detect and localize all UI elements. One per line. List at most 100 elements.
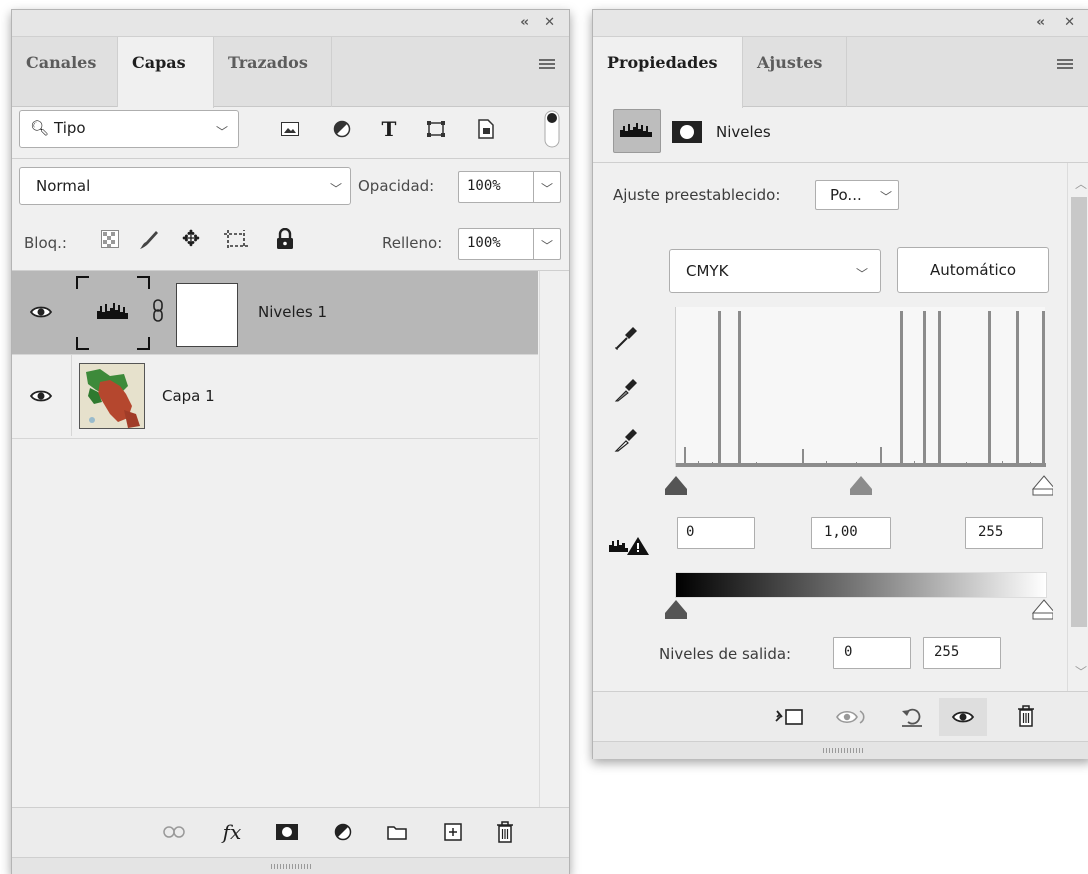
chevron-down-icon: ﹀ bbox=[855, 267, 868, 281]
pixel-filter-icon[interactable] bbox=[280, 120, 300, 138]
lock-image-pixels-icon[interactable] bbox=[136, 228, 160, 252]
link-layers-icon[interactable] bbox=[162, 822, 186, 842]
input-white-field[interactable]: 255 bbox=[965, 517, 1043, 549]
clip-to-layer-icon[interactable] bbox=[773, 704, 805, 730]
lock-all-icon[interactable] bbox=[274, 227, 296, 251]
layer-mask-icon[interactable] bbox=[671, 120, 703, 144]
smart-object-filter-icon[interactable] bbox=[476, 119, 496, 139]
shape-filter-icon[interactable] bbox=[426, 120, 446, 138]
scroll-down-icon[interactable]: ﹀ bbox=[1075, 663, 1087, 680]
channel-value: CMYK bbox=[686, 262, 729, 280]
chevron-down-icon: ﹀ bbox=[879, 190, 892, 204]
output-levels-label: Niveles de salida: bbox=[659, 645, 792, 663]
panel-menu-icon[interactable] bbox=[1057, 59, 1073, 71]
adjustment-filter-icon[interactable] bbox=[332, 120, 352, 138]
fill-label: Relleno: bbox=[382, 234, 443, 252]
view-previous-state-icon[interactable] bbox=[835, 704, 869, 730]
output-black-value: 0 bbox=[844, 644, 853, 660]
tab-ajustes[interactable]: Ajustes bbox=[743, 37, 847, 107]
layer-row-niveles-1[interactable]: Niveles 1 bbox=[12, 271, 538, 355]
lock-transparency-icon[interactable] bbox=[100, 229, 120, 249]
white-point-eyedropper-icon[interactable] bbox=[613, 425, 639, 455]
reset-icon[interactable] bbox=[897, 704, 927, 730]
chevron-down-icon[interactable]: ﹀ bbox=[541, 237, 553, 254]
output-white-field[interactable]: 255 bbox=[923, 637, 1001, 669]
new-adjustment-layer-icon[interactable] bbox=[330, 819, 356, 845]
preset-select[interactable]: Po... ﹀ bbox=[815, 180, 899, 210]
input-gamma-field[interactable]: 1,00 bbox=[811, 517, 891, 549]
layer-name[interactable]: Capa 1 bbox=[162, 387, 215, 405]
search-icon: 🔍︎ bbox=[30, 119, 50, 137]
layers-list: Niveles 1 Capa 1 bbox=[12, 271, 569, 811]
filter-label: Tipo bbox=[54, 119, 86, 137]
type-filter-icon[interactable]: T bbox=[378, 117, 400, 141]
fill-value: 100% bbox=[467, 235, 501, 251]
collapse-icon[interactable]: ‹‹ bbox=[1036, 15, 1045, 30]
panel-menu-icon[interactable] bbox=[539, 59, 555, 71]
collapse-icon[interactable]: ‹‹ bbox=[520, 15, 529, 30]
layer-mask-thumbnail[interactable] bbox=[176, 283, 238, 347]
new-layer-icon[interactable] bbox=[440, 820, 466, 844]
link-icon[interactable] bbox=[151, 297, 165, 325]
properties-panel: ‹‹ ✕ Propiedades Ajustes Niveles Ajuste … bbox=[592, 9, 1088, 759]
chevron-down-icon[interactable]: ﹀ bbox=[541, 180, 553, 197]
clipping-warning-icon[interactable] bbox=[607, 533, 651, 557]
filter-toggle[interactable] bbox=[543, 110, 561, 148]
layer-row-capa-1[interactable]: Capa 1 bbox=[12, 355, 538, 439]
layers-footer: fx bbox=[12, 807, 569, 857]
lock-artboard-icon[interactable] bbox=[222, 228, 250, 252]
close-icon[interactable]: ✕ bbox=[544, 15, 555, 30]
channel-select[interactable]: CMYK ﹀ bbox=[669, 249, 881, 293]
layers-scrollbar[interactable] bbox=[539, 271, 569, 811]
black-point-eyedropper-icon[interactable] bbox=[613, 323, 639, 353]
auto-button[interactable]: Automático bbox=[897, 247, 1049, 293]
input-black-field[interactable]: 0 bbox=[677, 517, 755, 549]
new-group-folder-icon[interactable] bbox=[384, 820, 410, 844]
output-levels-slider[interactable] bbox=[663, 597, 1057, 621]
input-levels-slider[interactable] bbox=[663, 473, 1057, 497]
layer-thumbnail-map[interactable] bbox=[79, 363, 145, 429]
scrollbar-thumb[interactable] bbox=[1071, 197, 1087, 627]
preset-value: Po... bbox=[830, 186, 862, 204]
layer-name[interactable]: Niveles 1 bbox=[258, 303, 327, 321]
properties-scrollbar[interactable]: ︿ ﹀ bbox=[1067, 163, 1088, 691]
adjustment-thumbnail[interactable] bbox=[75, 275, 151, 351]
levels-adjustment-button[interactable] bbox=[613, 109, 661, 153]
delete-layer-icon[interactable] bbox=[492, 818, 518, 846]
histogram bbox=[675, 307, 1046, 467]
blend-mode-select[interactable]: Normal ﹀ bbox=[19, 167, 351, 205]
lock-label: Bloq.: bbox=[24, 234, 67, 252]
add-mask-icon[interactable] bbox=[274, 821, 300, 843]
filter-select[interactable]: 🔍︎ Tipo ﹀ bbox=[19, 110, 239, 148]
fill-field[interactable]: 100% ﹀ bbox=[458, 228, 561, 260]
opacity-field[interactable]: 100% ﹀ bbox=[458, 171, 561, 203]
close-icon[interactable]: ✕ bbox=[1064, 15, 1075, 30]
tab-canales[interactable]: Canales bbox=[12, 37, 118, 107]
properties-tabbar: Propiedades Ajustes bbox=[593, 37, 1088, 108]
delete-adjustment-icon[interactable] bbox=[1013, 702, 1039, 730]
chevron-down-icon: ﹀ bbox=[329, 182, 342, 196]
toggle-visibility-button[interactable] bbox=[939, 698, 987, 736]
opacity-value: 100% bbox=[467, 178, 501, 194]
chevron-down-icon: ﹀ bbox=[215, 125, 228, 139]
layers-titlebar: ‹‹ ✕ bbox=[12, 10, 569, 37]
fx-icon[interactable]: fx bbox=[218, 818, 246, 846]
properties-footer bbox=[593, 691, 1088, 741]
input-white-value: 255 bbox=[978, 524, 1004, 540]
eye-icon bbox=[952, 710, 974, 724]
visibility-eye-icon[interactable] bbox=[29, 305, 53, 323]
visibility-eye-icon[interactable] bbox=[29, 389, 53, 407]
adjustment-title: Niveles bbox=[716, 123, 771, 141]
output-black-field[interactable]: 0 bbox=[833, 637, 911, 669]
tab-capas[interactable]: Capas bbox=[118, 37, 214, 108]
lock-position-icon[interactable]: ✥ bbox=[178, 226, 204, 252]
properties-resize-grip[interactable] bbox=[593, 741, 1088, 759]
tab-propiedades[interactable]: Propiedades bbox=[593, 37, 743, 108]
blend-mode-value: Normal bbox=[36, 177, 91, 195]
tab-trazados[interactable]: Trazados bbox=[214, 37, 332, 107]
gray-point-eyedropper-icon[interactable] bbox=[613, 375, 639, 405]
scroll-up-icon[interactable]: ︿ bbox=[1075, 175, 1087, 192]
layers-resize-grip[interactable] bbox=[12, 857, 569, 874]
auto-button-label: Automático bbox=[929, 261, 1017, 279]
properties-body: Ajuste preestablecido: Po... ﹀ CMYK ﹀ Au… bbox=[593, 163, 1088, 691]
